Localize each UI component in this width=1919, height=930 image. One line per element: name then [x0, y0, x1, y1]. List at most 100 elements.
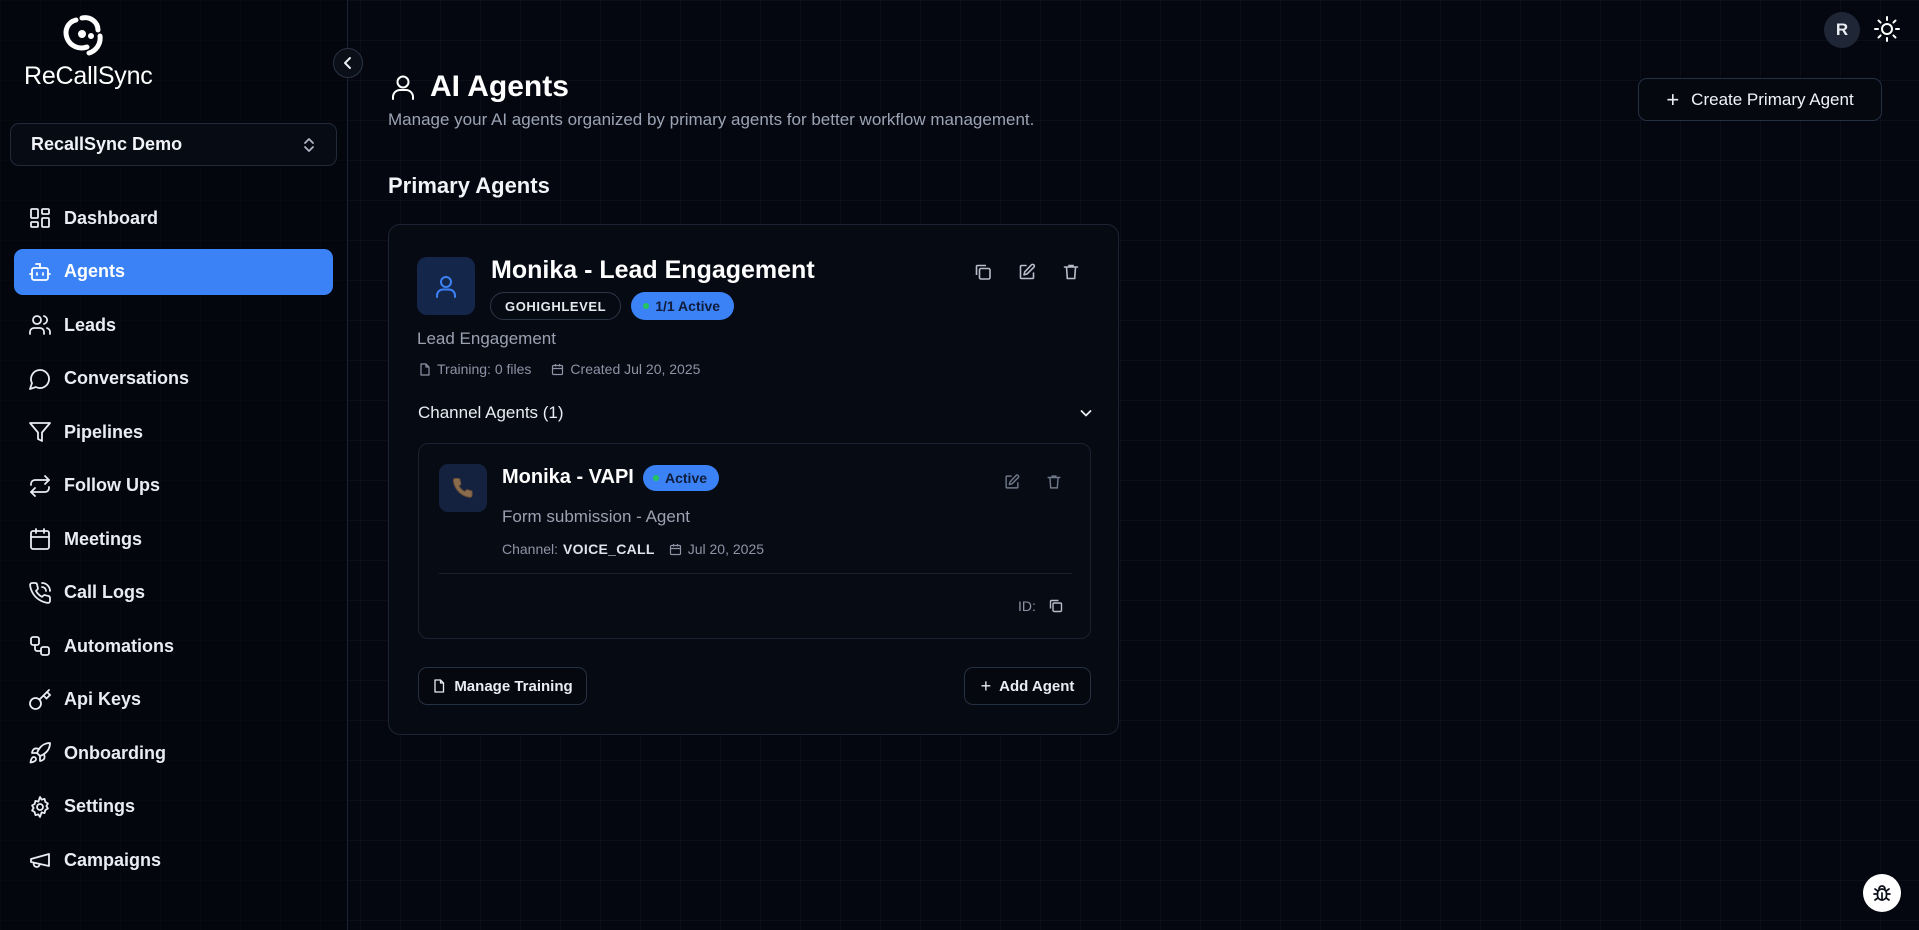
sidebar-item-agents[interactable]: Agents	[14, 248, 333, 295]
bug-icon	[1873, 885, 1891, 901]
status-badge: 1/1 Active	[631, 292, 735, 320]
primary-agent-name: Monika - Lead Engagement	[491, 256, 815, 284]
sidebar-item-label: Pipelines	[64, 421, 144, 442]
sidebar-item-label: Call Logs	[64, 582, 146, 602]
workflow-icon	[30, 636, 50, 656]
trash-icon[interactable]	[1061, 262, 1081, 282]
edit-icon[interactable]	[1003, 473, 1021, 491]
manage-training-label: Manage Training	[454, 677, 573, 695]
manage-training-button[interactable]: Manage Training	[418, 667, 587, 705]
channel-status-label: Active	[665, 470, 708, 486]
sidebar-item-label: Follow Ups	[64, 475, 160, 495]
sun-icon[interactable]	[1872, 14, 1902, 44]
brand-name: ReCallSync	[24, 62, 153, 90]
agent-avatar	[417, 257, 475, 315]
sidebar-nav: Dashboard Agents Leads Conversations Pip…	[14, 195, 333, 891]
phone-icon	[452, 477, 473, 498]
create-primary-agent-label: Create Primary Agent	[1691, 89, 1854, 109]
sidebar: ReCallSync RecallSync Demo Dashboard Age…	[0, 0, 348, 930]
primary-agent-meta: Training: 0 files Created Jul 20, 2025	[418, 361, 720, 377]
user-avatar[interactable]: R	[1824, 12, 1860, 48]
workspace-selector[interactable]: RecallSync Demo	[10, 123, 337, 166]
sidebar-item-follow-ups[interactable]: Follow Ups	[14, 463, 333, 509]
channel-value: VOICE_CALL	[563, 541, 655, 557]
phone-call-icon	[29, 581, 51, 604]
calendar-icon	[552, 363, 564, 375]
sidebar-item-dashboard[interactable]: Dashboard	[14, 195, 333, 241]
users-icon	[29, 315, 51, 335]
page-header: AI Agents Manage your AI agents organize…	[388, 70, 1034, 130]
bot-icon	[29, 262, 51, 281]
training-count: Training: 0 files	[437, 361, 532, 377]
user-icon	[436, 276, 456, 298]
sidebar-item-automations[interactable]: Automations	[14, 623, 333, 669]
created-date: Created Jul 20, 2025	[570, 361, 701, 377]
sidebar-item-label: Leads	[64, 314, 117, 335]
dashboard-icon	[30, 208, 50, 228]
status-dot	[653, 475, 659, 481]
sidebar-item-label: Agents	[64, 261, 126, 281]
channel-label: Channel:	[502, 541, 559, 557]
copy-icon[interactable]	[973, 262, 993, 282]
edit-icon[interactable]	[1017, 262, 1037, 282]
chevron-left-icon	[344, 57, 351, 69]
trash-icon[interactable]	[1045, 473, 1063, 491]
channel-agent-name: Monika - VAPI	[502, 466, 634, 488]
rocket-icon	[29, 742, 51, 764]
sidebar-item-pipelines[interactable]: Pipelines	[14, 409, 333, 455]
sidebar-item-onboarding[interactable]: Onboarding	[14, 730, 333, 776]
channel-agents-toggle[interactable]: Channel Agents (1)	[418, 403, 1093, 423]
channel-agent-description: Form submission - Agent	[502, 507, 691, 526]
sidebar-item-call-logs[interactable]: Call Logs	[14, 570, 333, 616]
user-icon	[392, 75, 414, 100]
id-label: ID:	[1018, 598, 1036, 614]
primary-agent-actions	[973, 262, 1105, 282]
channel-agent-card: Monika - VAPI Active Form submission - A…	[418, 443, 1091, 639]
status-badge-label: 1/1 Active	[655, 298, 721, 314]
sidebar-item-label: Api Keys	[64, 689, 142, 709]
calendar-icon	[30, 528, 50, 550]
gear-icon	[31, 795, 49, 818]
channel-agent-id: ID:	[1018, 598, 1064, 614]
plus-icon: +	[1666, 86, 1680, 112]
bug-report-button[interactable]	[1863, 874, 1901, 912]
plus-icon: +	[980, 676, 992, 696]
status-dot	[643, 303, 650, 309]
page-subtitle: Manage your AI agents organized by prima…	[388, 110, 1035, 129]
channel-agent-date: Jul 20, 2025	[687, 541, 765, 557]
chat-icon	[29, 368, 50, 390]
sidebar-item-settings[interactable]: Settings	[14, 784, 333, 830]
sidebar-item-campaigns[interactable]: Campaigns	[14, 837, 333, 883]
sidebar-item-api-keys[interactable]: Api Keys	[14, 677, 333, 723]
channel-agent-meta: Channel: VOICE_CALL Jul 20, 2025	[502, 541, 764, 557]
channel-agent-actions	[1003, 473, 1087, 491]
collapse-sidebar-button[interactable]	[333, 48, 363, 78]
repeat-icon	[30, 474, 50, 497]
sidebar-item-label: Automations	[64, 635, 174, 656]
sidebar-item-leads[interactable]: Leads	[14, 302, 333, 348]
chevron-up-down-icon	[304, 137, 314, 152]
primary-agent-card: Monika - Lead Engagement GOHIGHLEVEL 1/1…	[388, 224, 1119, 735]
divider	[439, 573, 1072, 574]
key-icon	[29, 688, 52, 710]
chevron-down-icon	[1080, 410, 1092, 417]
sidebar-item-label: Dashboard	[64, 207, 159, 228]
channel-agent-avatar	[439, 464, 487, 512]
file-icon	[420, 362, 430, 376]
add-agent-button[interactable]: + Add Agent	[964, 667, 1091, 705]
integration-badge: GOHIGHLEVEL	[490, 292, 622, 320]
page-title: AI Agents	[430, 70, 569, 103]
file-icon	[434, 679, 445, 693]
filter-icon	[29, 422, 51, 442]
megaphone-icon	[30, 853, 50, 868]
workspace-label: RecallSync Demo	[31, 134, 183, 154]
calendar-icon	[669, 543, 681, 555]
create-primary-agent-button[interactable]: + Create Primary Agent	[1638, 78, 1882, 121]
primary-agent-description: Lead Engagement	[417, 329, 556, 348]
sidebar-item-conversations[interactable]: Conversations	[14, 356, 333, 402]
logo-icon	[63, 15, 103, 56]
sidebar-item-meetings[interactable]: Meetings	[14, 516, 333, 562]
channel-agents-label: Channel Agents (1)	[418, 403, 564, 422]
copy-icon[interactable]	[1048, 598, 1064, 614]
agent-badges: GOHIGHLEVEL 1/1 Active	[490, 292, 735, 320]
